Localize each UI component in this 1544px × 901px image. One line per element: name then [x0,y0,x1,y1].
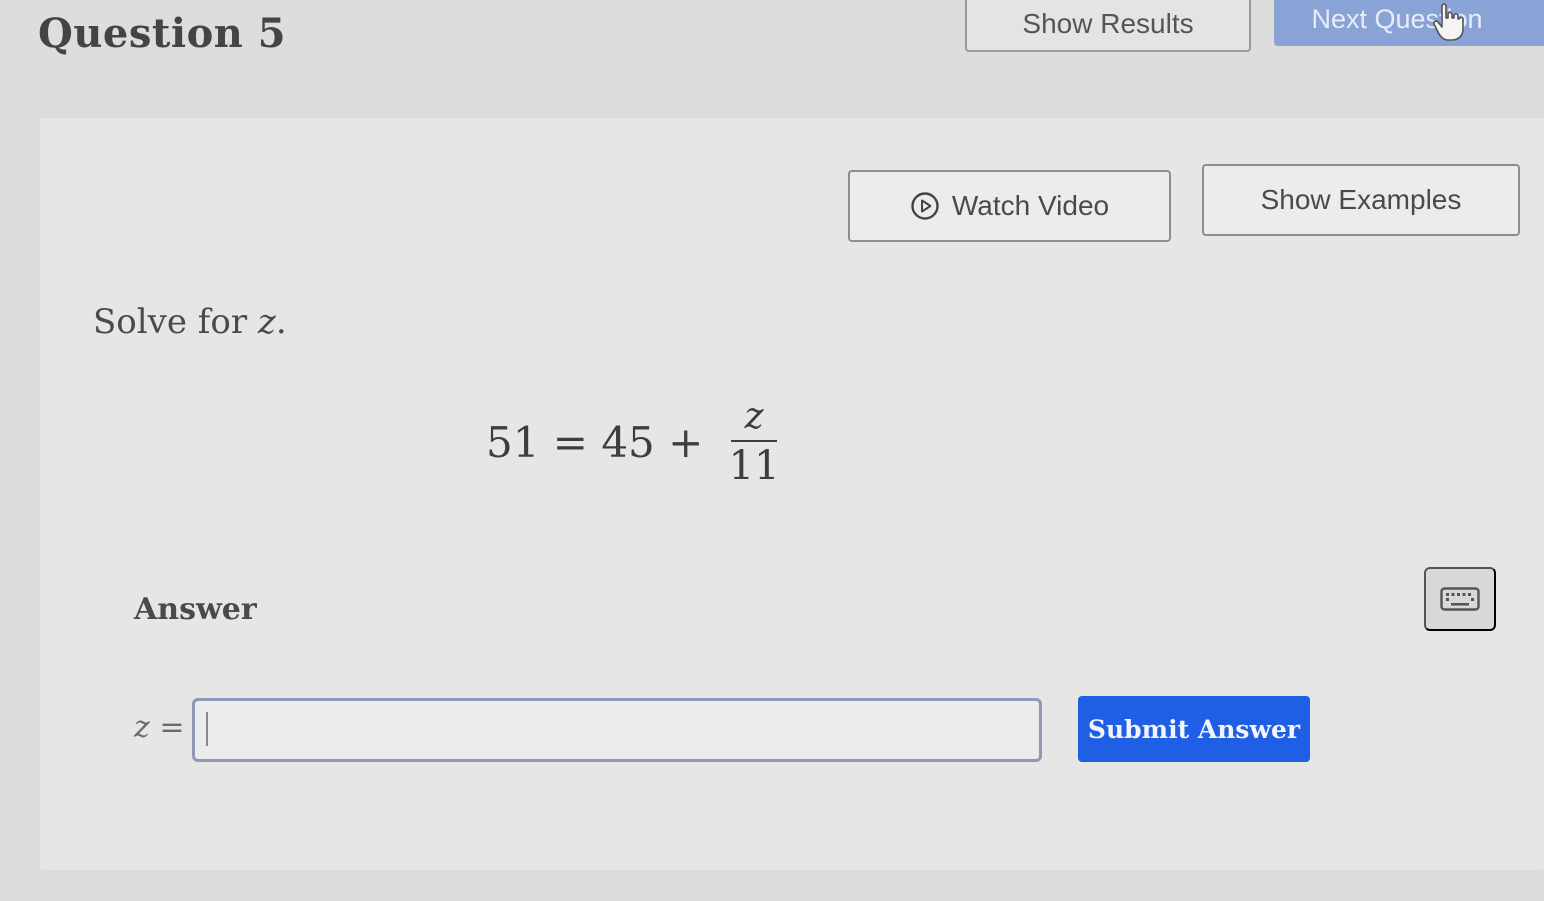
answer-equals: = [149,710,185,745]
submit-answer-button[interactable]: Submit Answer [1078,696,1310,762]
play-circle-icon [911,192,939,220]
answer-input[interactable] [192,698,1042,762]
show-results-button[interactable]: Show Results [965,0,1251,52]
prompt-text: Solve for [93,302,258,342]
watch-video-button[interactable]: Watch Video [848,170,1171,242]
problem-prompt: Solve for z. [93,302,287,342]
prompt-variable: z [257,302,276,342]
prompt-end: . [275,302,287,342]
answer-variable: z [134,710,150,745]
hand-pointer-icon [1433,3,1464,41]
equation-left: 51 = 45 + [486,417,717,467]
text-caret [206,712,208,746]
fraction-bar [731,440,778,442]
watch-video-label: Watch Video [951,190,1110,221]
fraction-denominator: 11 [728,443,780,489]
answer-label: Answer [134,592,257,627]
next-question-button[interactable]: Next Question [1274,0,1544,46]
fraction-numerator: z [744,396,764,437]
keyboard-button[interactable] [1424,567,1496,631]
page-title: Question 5 [38,10,287,57]
equation-fraction: z 11 [729,396,780,488]
show-examples-button[interactable]: Show Examples [1202,164,1520,236]
answer-variable-label: z = [134,710,185,745]
keyboard-icon [1440,587,1480,611]
equation: 51 = 45 + z 11 [486,392,780,492]
